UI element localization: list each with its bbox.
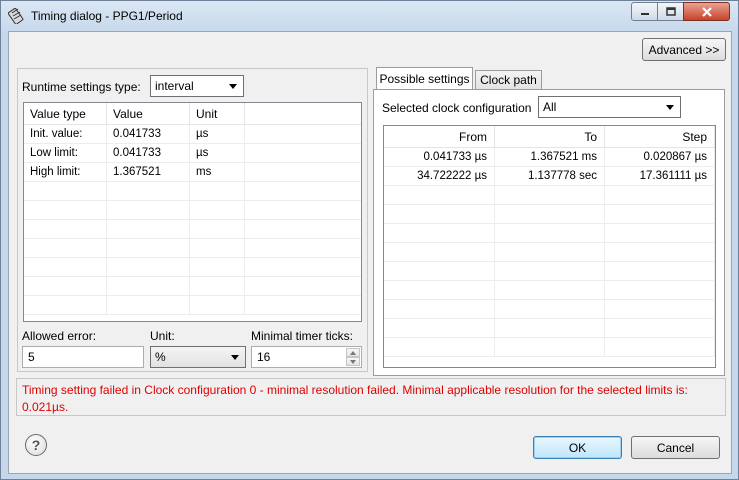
column-header-step[interactable]: Step [605, 126, 715, 148]
column-header-from[interactable]: From [384, 126, 495, 148]
window-title: Timing dialog - PPG1/Period [31, 9, 183, 23]
table-row-empty [384, 205, 715, 224]
cell-from: 0.041733 µs [384, 148, 495, 167]
table-row-empty [24, 277, 361, 296]
unit-combo[interactable]: % [150, 346, 246, 368]
cell-value-type: Init. value: [24, 125, 107, 144]
table-row-empty [24, 239, 361, 258]
table-row-empty [384, 224, 715, 243]
table-row-init[interactable]: Init. value: 0.041733 µs [24, 125, 361, 144]
minimize-icon [640, 12, 649, 15]
arrow-up-icon [350, 350, 356, 355]
chevron-down-icon [231, 355, 239, 360]
table-row-empty [384, 186, 715, 205]
cell-value[interactable]: 0.041733 [107, 144, 190, 163]
table-row[interactable]: 34.722222 µs 1.137778 sec 17.361111 µs [384, 167, 715, 186]
advanced-button[interactable]: Advanced >> [642, 38, 726, 61]
column-header-to[interactable]: To [495, 126, 605, 148]
column-header-value-type[interactable]: Value type [24, 103, 107, 125]
runtime-values-table[interactable]: Value type Value Unit Init. value: 0.041… [23, 102, 362, 322]
tab-clock-path[interactable]: Clock path [475, 70, 542, 89]
table-row-empty [24, 182, 361, 201]
cell-step: 17.361111 µs [605, 167, 715, 186]
cell-unit[interactable]: µs [190, 125, 245, 144]
arrow-down-icon [350, 359, 356, 364]
table-row-empty [24, 220, 361, 239]
maximize-button[interactable] [657, 2, 684, 21]
runtime-type-combo[interactable]: interval [150, 75, 244, 97]
cell-unit[interactable]: µs [190, 144, 245, 163]
possible-table-header: From To Step [384, 126, 715, 148]
allowed-error-label: Allowed error: [22, 329, 97, 343]
timing-app-icon [8, 8, 24, 24]
unit-label: Unit: [150, 329, 175, 343]
possible-settings-panel: Selected clock configuration All From To… [373, 89, 725, 376]
minimize-button[interactable] [631, 2, 658, 21]
table-row-empty [384, 319, 715, 338]
help-button[interactable]: ? [25, 434, 47, 456]
column-header-value[interactable]: Value [107, 103, 190, 125]
cell-to: 1.367521 ms [495, 148, 605, 167]
runtime-settings-group: Runtime settings type: interval Value ty… [17, 68, 368, 372]
cancel-button[interactable]: Cancel [631, 436, 720, 459]
column-header-filler [245, 103, 361, 125]
cell-value[interactable]: 1.367521 [107, 163, 190, 182]
timing-dialog-window: Timing dialog - PPG1/Period Advanced >> … [0, 0, 739, 480]
table-row-low-limit[interactable]: Low limit: 0.041733 µs [24, 144, 361, 163]
tab-possible-settings[interactable]: Possible settings [376, 67, 473, 89]
error-message: Timing setting failed in Clock configura… [16, 378, 726, 416]
cell-filler [245, 144, 361, 163]
min-timer-ticks-spinner[interactable]: 16 [251, 346, 362, 368]
title-bar[interactable]: Timing dialog - PPG1/Period [1, 1, 738, 31]
clock-config-combo[interactable]: All [538, 96, 681, 118]
cell-filler [245, 125, 361, 144]
table-row-empty [24, 296, 361, 315]
allowed-error-input[interactable]: 5 [22, 346, 144, 368]
chevron-down-icon [229, 84, 237, 89]
unit-value: % [155, 350, 166, 364]
runtime-table-body: Init. value: 0.041733 µs Low limit: 0.04… [24, 125, 361, 315]
maximize-icon [665, 7, 676, 16]
column-header-unit[interactable]: Unit [190, 103, 245, 125]
help-icon: ? [31, 437, 41, 453]
dialog-client-area: Advanced >> Runtime settings type: inter… [8, 31, 732, 474]
runtime-table-header: Value type Value Unit [24, 103, 361, 125]
cell-to: 1.137778 sec [495, 167, 605, 186]
runtime-type-label: Runtime settings type: [22, 80, 141, 94]
possible-settings-table[interactable]: From To Step 0.041733 µs 1.367521 ms 0.0… [383, 125, 716, 368]
table-row-empty [384, 281, 715, 300]
close-window-button[interactable] [683, 2, 730, 21]
ok-button[interactable]: OK [533, 436, 622, 459]
cell-from: 34.722222 µs [384, 167, 495, 186]
clock-config-label: Selected clock configuration [382, 101, 532, 115]
table-row[interactable]: 0.041733 µs 1.367521 ms 0.020867 µs [384, 148, 715, 167]
table-row-empty [384, 262, 715, 281]
clock-config-value: All [543, 100, 557, 114]
cell-unit[interactable]: ms [190, 163, 245, 182]
cell-value-type: High limit: [24, 163, 107, 182]
table-row-empty [384, 338, 715, 357]
min-timer-ticks-value: 16 [257, 350, 271, 364]
table-row-empty [384, 243, 715, 262]
table-row-high-limit[interactable]: High limit: 1.367521 ms [24, 163, 361, 182]
table-row-empty [24, 201, 361, 220]
chevron-down-icon [666, 105, 674, 110]
possible-table-body: 0.041733 µs 1.367521 ms 0.020867 µs 34.7… [384, 148, 715, 357]
table-row-empty [384, 300, 715, 319]
cell-value-type: Low limit: [24, 144, 107, 163]
spinner-buttons [346, 348, 360, 366]
spin-up-button[interactable] [346, 348, 360, 357]
cell-value[interactable]: 0.041733 [107, 125, 190, 144]
table-row-empty [24, 258, 361, 277]
spin-down-button[interactable] [346, 357, 360, 366]
cell-step: 0.020867 µs [605, 148, 715, 167]
min-timer-ticks-label: Minimal timer ticks: [251, 329, 354, 343]
close-icon [701, 6, 712, 17]
runtime-type-value: interval [155, 79, 194, 93]
allowed-error-value: 5 [28, 350, 35, 364]
cell-filler [245, 163, 361, 182]
